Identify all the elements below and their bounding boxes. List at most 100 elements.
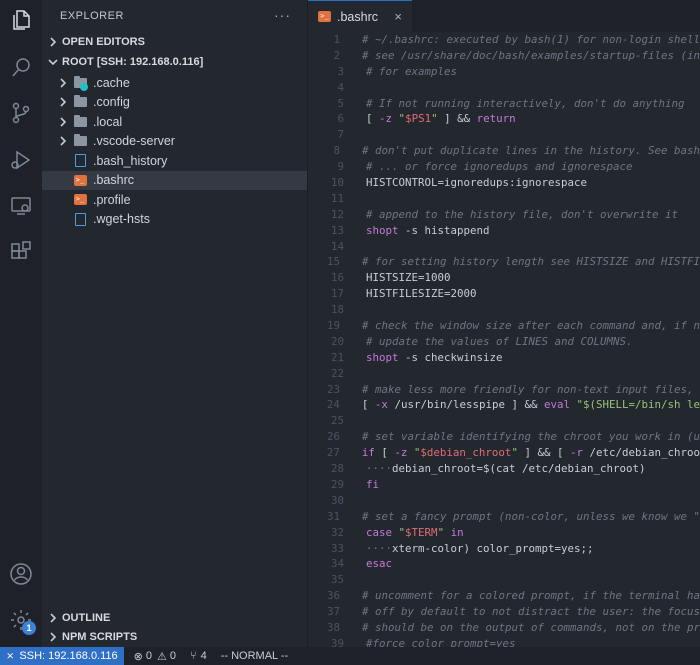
code-text: HISTSIZE=1000 [366,271,451,285]
tree-item-vscode-server[interactable]: .vscode-server [42,132,307,152]
tree-item-cache[interactable]: .cache [42,73,307,93]
line-number: 9 [337,160,344,174]
tab-label: .bashrc [337,9,378,24]
code-line[interactable]: 5 # If not running interactively, don't d… [308,96,700,112]
close-icon[interactable]: × [394,9,402,24]
code-text: if [ -z "$debian_chroot" ] && [ -r /etc/… [361,446,700,460]
line-number: 8 [333,144,340,158]
code-text: case "$TERM" in [366,525,464,539]
code-line[interactable]: 15 # for setting history length see HISTS… [308,254,700,270]
code-line[interactable]: 4 [308,80,700,96]
run-debug-icon[interactable] [9,148,33,172]
tree-item-local[interactable]: .local [42,112,307,132]
code-line[interactable]: 18 [308,302,700,318]
code-line[interactable]: 21 shopt -s checkwinsize [308,350,700,366]
outline-section[interactable]: OUTLINE [42,608,308,628]
line-number: 24 [326,398,340,412]
files-icon[interactable] [9,8,33,32]
code-line[interactable]: 39 #force_color_prompt=yes [308,636,700,647]
tree-item-label: .bashrc [93,173,134,188]
problems-indicator[interactable]: ⊗ 0 ⚠ 0 [134,650,176,663]
code-line[interactable]: 24 [ -x /usr/bin/lesspipe ] && eval "$(SH… [308,397,700,413]
tree-item-label: .bash_history [93,153,168,168]
code-text: # set variable identifying the chroot yo… [361,430,700,444]
code-line[interactable]: 34 esac [308,556,700,572]
code-line[interactable]: 27 if [ -z "$debian_chroot" ] && [ -r /et… [308,445,700,461]
code-line[interactable]: 8 # don't put duplicate lines in the hist… [308,143,700,159]
code-line[interactable]: 23 # make less more friendly for non-text… [308,382,700,398]
code-line[interactable]: 33 ····xterm-color) color_prompt=yes;; [308,541,700,557]
line-number: 34 [330,557,344,571]
tree-item-label: .profile [93,192,131,207]
line-number: 5 [337,96,344,110]
code-line[interactable]: 28 ····debian_chroot=$(cat /etc/debian_ch… [308,461,700,477]
line-number: 35 [330,573,344,587]
extensions-icon[interactable] [9,240,33,264]
code-line[interactable]: 16 HISTSIZE=1000 [308,270,700,286]
remote-indicator[interactable]: ⨯ SSH: 192.168.0.116 [0,647,124,665]
npm-scripts-section[interactable]: NPM SCRIPTS [42,628,308,648]
remote-label: SSH: 192.168.0.116 [19,650,118,662]
line-number: 31 [326,509,340,523]
code-line[interactable]: 22 [308,366,700,382]
line-number: 6 [337,112,344,126]
account-icon[interactable] [9,562,33,586]
root-folder-section[interactable]: ROOT [SSH: 192.168.0.116] [42,52,307,72]
code-line[interactable]: 32 case "$TERM" in [308,525,700,541]
code-line[interactable]: 2 # see /usr/share/doc/bash/examples/star… [308,48,700,64]
code-line[interactable]: 35 [308,572,700,588]
code-line[interactable]: 25 [308,413,700,429]
ports-indicator[interactable]: ⑂ 4 [190,650,207,662]
remote-explorer-icon[interactable] [9,194,33,218]
line-number: 30 [330,493,344,507]
code-line[interactable]: 9 # ... or force ignoredups and ignorespa… [308,159,700,175]
code-line[interactable]: 11 [308,191,700,207]
folder-icon [72,75,88,91]
line-number: 28 [330,462,344,476]
open-editors-section[interactable]: OPEN EDITORS [42,32,307,52]
tree-item-label: .local [93,114,123,129]
code-text: shopt -s checkwinsize [366,350,503,364]
outline-label: OUTLINE [62,611,111,624]
source-control-icon[interactable] [9,101,33,125]
code-line[interactable]: 12 # append to the history file, don't ov… [308,207,700,223]
search-icon[interactable] [9,55,33,79]
code-line[interactable]: 7 [308,127,700,143]
line-number: 23 [326,382,340,396]
code-line[interactable]: 3 # for examples [308,64,700,80]
code-line[interactable]: 37 # off by default to not distract the u… [308,604,700,620]
folder-icon [72,114,88,130]
tree-item-bash-history[interactable]: .bash_history [42,151,307,171]
code-line[interactable]: 31 # set a fancy prompt (non-color, unles… [308,509,700,525]
line-number: 39 [330,636,344,647]
line-number: 27 [326,446,340,460]
code-line[interactable]: 19 # check the window size after each com… [308,318,700,334]
code-line[interactable]: 13 shopt -s histappend [308,223,700,239]
code-line[interactable]: 1 # ~/.bashrc: executed by bash(1) for no… [308,32,700,48]
code-line[interactable]: 14 [308,239,700,255]
code-line[interactable]: 29 fi [308,477,700,493]
code-line[interactable]: 20 # update the values of LINES and COLUM… [308,334,700,350]
tree-item-config[interactable]: .config [42,93,307,113]
line-number: 12 [330,207,344,221]
code-editor[interactable]: 1 # ~/.bashrc: executed by bash(1) for no… [308,32,700,647]
code-text: # for examples [366,64,458,78]
line-number: 2 [333,48,340,62]
code-line[interactable]: 36 # uncomment for a colored prompt, if t… [308,588,700,604]
ports-icon: ⑂ [190,650,197,662]
code-line[interactable]: 38 # should be on the output of commands,… [308,620,700,636]
code-text: # don't put duplicate lines in the histo… [361,144,700,158]
tree-item-profile[interactable]: >_ .profile [42,190,307,210]
tree-item-wget-hsts[interactable]: .wget-hsts [42,210,307,230]
tab-bashrc[interactable]: >_ .bashrc × [308,0,412,32]
code-line[interactable]: 17 HISTFILESIZE=2000 [308,286,700,302]
code-line[interactable]: 6 [ -z "$PS1" ] && return [308,111,700,127]
code-line[interactable]: 10 HISTCONTROL=ignoredups:ignorespace [308,175,700,191]
code-line[interactable]: 30 [308,493,700,509]
tree-item-bashrc[interactable]: >_ .bashrc [42,170,307,190]
more-actions-icon[interactable]: ··· [274,7,291,23]
code-line[interactable]: 26 # set variable identifying the chroot … [308,429,700,445]
